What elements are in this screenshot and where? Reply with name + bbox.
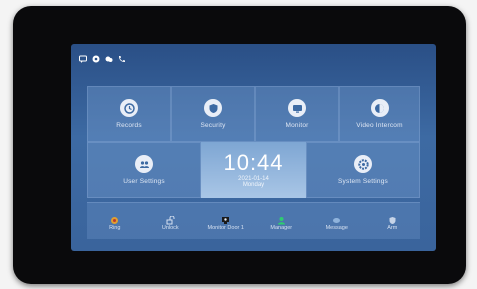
unlock-icon — [166, 212, 175, 224]
camera-icon — [221, 212, 230, 224]
action-arm-label: Arm — [387, 224, 398, 231]
bell-icon — [110, 212, 119, 224]
action-manager-label: Manager — [270, 224, 293, 231]
message-bar-icon — [332, 212, 341, 223]
action-ring-label: Ring — [109, 224, 121, 231]
tile-video-intercom-label: Video Intercom — [356, 122, 403, 129]
action-unlock[interactable]: Unlock — [143, 203, 199, 239]
clock-day: Monday — [242, 182, 265, 188]
intercom-device: Records Security Monitor Video Intercom — [13, 6, 466, 284]
settings-icon — [92, 50, 100, 63]
arm-icon — [388, 212, 397, 224]
status-bar — [79, 49, 126, 63]
tile-records[interactable]: Records — [87, 86, 171, 142]
tile-monitor-label: Monitor — [285, 122, 309, 129]
quick-action-bar: Ring Unlock Monitor Door 1 Manager Messa… — [87, 202, 420, 239]
tile-video-intercom[interactable]: Video Intercom — [339, 86, 420, 142]
video-intercom-icon — [370, 99, 389, 117]
monitor-icon — [288, 99, 306, 117]
action-message-label: Message — [325, 224, 348, 231]
action-arm[interactable]: Arm — [365, 203, 421, 239]
message-icon — [79, 50, 87, 63]
tile-monitor[interactable]: Monitor — [255, 86, 339, 142]
tile-system-settings-label: System Settings — [338, 178, 388, 185]
cloud-icon — [105, 50, 113, 62]
action-monitor-door-label: Monitor Door 1 — [207, 224, 244, 231]
user-settings-icon — [135, 155, 153, 173]
clock-widget: 10:44 2021-01-14 Monday — [201, 142, 306, 198]
tile-user-settings[interactable]: User Settings — [87, 142, 201, 198]
manager-icon — [277, 212, 286, 224]
clock-time: 10:44 — [223, 150, 284, 175]
tile-security[interactable]: Security — [171, 86, 255, 142]
action-manager[interactable]: Manager — [254, 203, 310, 239]
action-message[interactable]: Message — [309, 203, 365, 239]
system-settings-icon — [354, 155, 372, 173]
action-monitor-door[interactable]: Monitor Door 1 — [198, 203, 254, 239]
security-icon — [204, 99, 222, 117]
tile-system-settings[interactable]: System Settings — [306, 142, 420, 198]
action-unlock-label: Unlock — [161, 224, 179, 231]
phone-icon — [118, 50, 126, 62]
action-ring[interactable]: Ring — [87, 203, 143, 239]
tile-security-label: Security — [200, 122, 226, 129]
touch-screen: Records Security Monitor Video Intercom — [71, 44, 436, 251]
tile-user-settings-label: User Settings — [123, 178, 165, 185]
records-icon — [120, 99, 138, 117]
tile-records-label: Records — [116, 122, 142, 129]
